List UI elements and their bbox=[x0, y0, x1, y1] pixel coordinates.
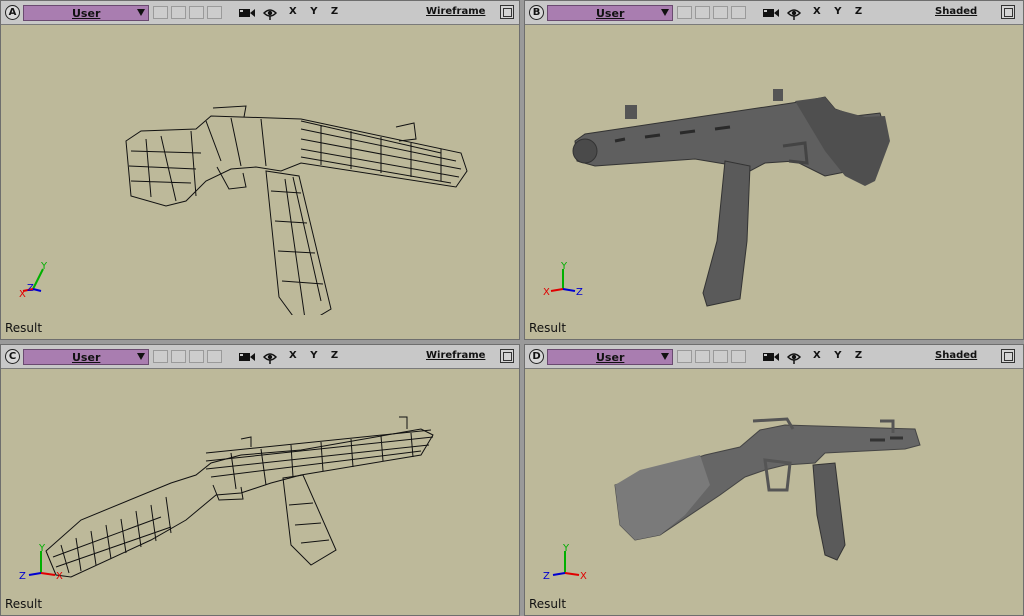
viewport-a-header: A User X Y Z Wireframe bbox=[1, 1, 519, 25]
gizmo-mid-label: X bbox=[56, 571, 63, 582]
toolbar-slot[interactable] bbox=[695, 350, 710, 363]
gizmo-mid-label: Z bbox=[27, 283, 34, 294]
camera-icon[interactable] bbox=[762, 6, 780, 20]
camera-select[interactable]: User bbox=[547, 5, 673, 21]
shading-mode-label[interactable]: Shaded bbox=[935, 6, 977, 17]
shading-mode-label[interactable]: Shaded bbox=[935, 350, 977, 361]
chevron-down-icon bbox=[661, 9, 669, 16]
toolbar-slot[interactable] bbox=[207, 350, 222, 363]
toolbar-slot[interactable] bbox=[207, 6, 222, 19]
toolbar-slot[interactable] bbox=[153, 350, 168, 363]
camera-icon[interactable] bbox=[238, 6, 256, 20]
gizmo-left-label: Z bbox=[543, 571, 550, 582]
eye-icon[interactable] bbox=[263, 6, 277, 20]
viewport-b-header: B User X Y Z Shaded bbox=[525, 1, 1023, 25]
eye-icon[interactable] bbox=[787, 350, 801, 364]
camera-select-label: User bbox=[596, 351, 625, 364]
toolbar-slot[interactable] bbox=[677, 350, 692, 363]
gizmo-mid-label: Z bbox=[576, 287, 583, 298]
toolbar-slot[interactable] bbox=[713, 350, 728, 363]
axis-letters[interactable]: X Y Z bbox=[289, 350, 343, 361]
toolbar-slot[interactable] bbox=[171, 6, 186, 19]
axis-gizmo: Y X Z bbox=[543, 261, 583, 298]
viewport-c-header: C User X Y Z Wireframe bbox=[1, 345, 519, 369]
eye-icon[interactable] bbox=[263, 350, 277, 364]
maximize-viewport-button[interactable] bbox=[1001, 5, 1015, 19]
viewport-a[interactable]: A User X Y Z Wireframe Y X Z Result bbox=[0, 0, 520, 340]
toolbar-slot[interactable] bbox=[731, 6, 746, 19]
gun-wireframe-model bbox=[125, 105, 468, 315]
viewport-c[interactable]: C User X Y Z Wireframe Y Z X Result bbox=[0, 344, 520, 616]
gizmo-left-label: Z bbox=[19, 571, 26, 582]
result-label: Result bbox=[529, 321, 567, 335]
result-label: Result bbox=[5, 597, 43, 611]
camera-select[interactable]: User bbox=[23, 349, 149, 365]
camera-select[interactable]: User bbox=[23, 5, 149, 21]
camera-select-label: User bbox=[596, 7, 625, 20]
camera-icon[interactable] bbox=[238, 350, 256, 364]
viewport-a-letter[interactable]: A bbox=[5, 5, 20, 20]
camera-icon[interactable] bbox=[762, 350, 780, 364]
gun-wireframe-model bbox=[45, 416, 434, 578]
toolbar-slot[interactable] bbox=[153, 6, 168, 19]
result-label: Result bbox=[5, 321, 43, 335]
chevron-down-icon bbox=[661, 353, 669, 360]
maximize-viewport-button[interactable] bbox=[1001, 349, 1015, 363]
toolbar-slot[interactable] bbox=[189, 6, 204, 19]
axis-letters[interactable]: X Y Z bbox=[813, 350, 867, 361]
toolbar-slot[interactable] bbox=[713, 6, 728, 19]
viewport-d-header: D User X Y Z Shaded bbox=[525, 345, 1023, 369]
toolbar-slot[interactable] bbox=[677, 6, 692, 19]
gizmo-left-label: X bbox=[543, 287, 550, 298]
toolbar-slot[interactable] bbox=[695, 6, 710, 19]
shading-mode-label[interactable]: Wireframe bbox=[426, 6, 485, 17]
maximize-viewport-button[interactable] bbox=[500, 5, 514, 19]
gun-shaded-model bbox=[614, 417, 921, 561]
axis-gizmo: Y Z X bbox=[543, 543, 587, 582]
axis-gizmo: Y X Z bbox=[19, 261, 48, 300]
gizmo-up-label: Y bbox=[40, 261, 48, 272]
camera-select-label: User bbox=[72, 351, 101, 364]
result-label: Result bbox=[529, 597, 567, 611]
gizmo-up-label: Y bbox=[38, 543, 46, 554]
viewport-d[interactable]: D User X Y Z Shaded Y Z X Result bbox=[524, 344, 1024, 616]
gizmo-up-label: Y bbox=[562, 543, 570, 554]
gizmo-up-label: Y bbox=[560, 261, 568, 272]
toolbar-slot[interactable] bbox=[731, 350, 746, 363]
viewport-c-letter[interactable]: C bbox=[5, 349, 20, 364]
axis-letters[interactable]: X Y Z bbox=[813, 6, 867, 17]
toolbar-slot[interactable] bbox=[189, 350, 204, 363]
chevron-down-icon bbox=[137, 353, 145, 360]
viewport-d-letter[interactable]: D bbox=[529, 349, 544, 364]
viewport-b[interactable]: B User X Y Z Shaded Y X Z Result bbox=[524, 0, 1024, 340]
camera-select-label: User bbox=[72, 7, 101, 20]
gizmo-mid-label: X bbox=[580, 571, 587, 582]
chevron-down-icon bbox=[137, 9, 145, 16]
shading-mode-label[interactable]: Wireframe bbox=[426, 350, 485, 361]
axis-letters[interactable]: X Y Z bbox=[289, 6, 343, 17]
gizmo-left-label: X bbox=[19, 289, 26, 300]
viewport-b-letter[interactable]: B bbox=[529, 5, 544, 20]
toolbar-slot[interactable] bbox=[171, 350, 186, 363]
axis-gizmo: Y Z X bbox=[19, 543, 63, 582]
eye-icon[interactable] bbox=[787, 6, 801, 20]
camera-select[interactable]: User bbox=[547, 349, 673, 365]
maximize-viewport-button[interactable] bbox=[500, 349, 514, 363]
gun-shaded-model bbox=[572, 89, 890, 307]
